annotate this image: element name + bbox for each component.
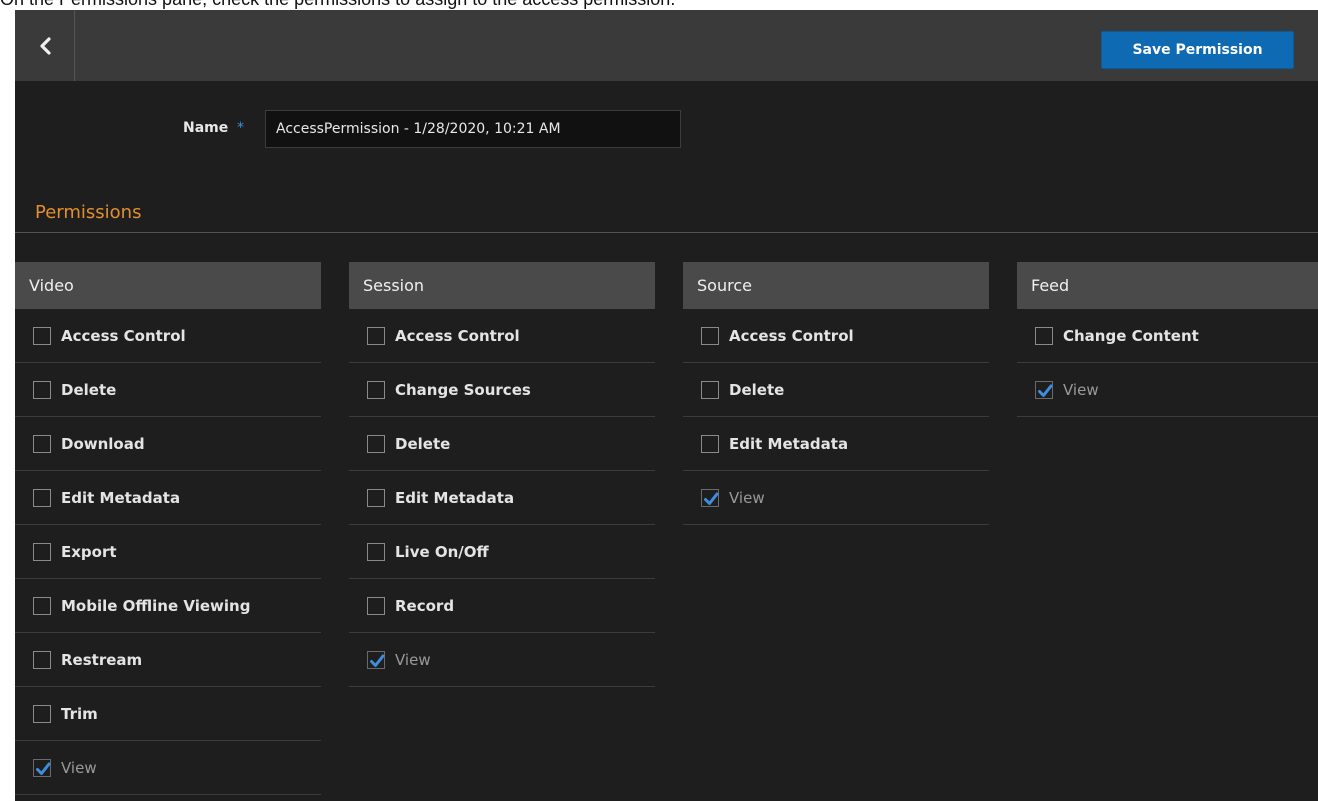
permission-label: Access Control [61,326,186,345]
page-caption: On the Permissions pane, check the permi… [0,0,1318,10]
permission-label: Live On/Off [395,542,489,561]
permission-row[interactable]: Delete [349,417,655,471]
permission-checkbox[interactable] [367,542,385,561]
permission-column-feed: Feed Change Content View [1017,262,1318,417]
permission-row[interactable]: Restream [15,633,321,687]
permission-row[interactable]: Mobile Offline Viewing [15,579,321,633]
permission-row[interactable]: Edit Metadata [15,471,321,525]
permission-row[interactable]: Edit Metadata [683,417,989,471]
permission-label: View [729,488,765,507]
permission-checkbox[interactable] [701,380,719,399]
permission-checkbox[interactable] [701,434,719,453]
permission-label: Edit Metadata [61,488,181,507]
permission-label: Delete [729,380,785,399]
permission-row[interactable]: Trim [15,687,321,741]
permission-checkbox[interactable] [33,650,51,669]
permission-checkbox[interactable] [367,650,385,669]
permission-label: View [1063,380,1099,399]
permission-checkbox[interactable] [1035,326,1053,345]
checkmark-icon [704,492,719,505]
save-permission-button[interactable]: Save Permission [1101,31,1294,69]
permission-checkbox[interactable] [33,488,51,507]
checkmark-icon [1038,384,1053,397]
permission-row[interactable]: Delete [683,363,989,417]
column-header: Source [683,262,989,309]
permission-row[interactable]: Export [15,525,321,579]
column-header: Feed [1017,262,1318,309]
permission-label: Delete [61,380,117,399]
permission-row[interactable]: Access Control [683,309,989,363]
permission-column-session: Session Access Control Change Sources Delet… [349,262,655,687]
permissions-title: Permissions [35,202,142,223]
permission-checkbox[interactable] [701,326,719,345]
permission-row[interactable]: Access Control [349,309,655,363]
permission-label: Change Sources [395,380,531,399]
permission-label: Delete [395,434,451,453]
permission-row[interactable]: View [349,633,655,687]
permission-row[interactable]: Download [15,417,321,471]
column-header: Video [15,262,321,309]
name-row: Name * [15,110,715,148]
permission-row[interactable]: Access Control [15,309,321,363]
permission-checkbox[interactable] [367,434,385,453]
permission-checkbox[interactable] [367,488,385,507]
permission-checkbox[interactable] [33,380,51,399]
permission-row[interactable]: Edit Metadata [349,471,655,525]
permission-checkbox[interactable] [33,758,51,777]
permission-checkbox[interactable] [33,542,51,561]
column-header: Session [349,262,655,309]
permission-checkbox[interactable] [33,326,51,345]
permission-row[interactable]: Record [349,579,655,633]
permission-checkbox[interactable] [367,596,385,615]
permission-checkbox[interactable] [33,596,51,615]
permission-column-video: Video Access Control Delete Download Edit Me… [15,262,321,795]
permission-label: View [395,650,431,669]
permission-label: Edit Metadata [729,434,849,453]
permission-row[interactable]: Change Content [1017,309,1318,363]
permission-row[interactable]: View [15,741,321,795]
permission-checkbox[interactable] [367,326,385,345]
checkmark-icon [370,654,385,667]
permission-checkbox[interactable] [367,380,385,399]
permission-label: Change Content [1063,326,1199,345]
permission-row[interactable]: Change Sources [349,363,655,417]
permission-label: Export [61,542,117,561]
permission-label: Record [395,596,455,615]
permission-label: Edit Metadata [395,488,515,507]
checkmark-icon [36,762,51,775]
section-divider [15,232,1318,233]
name-label: Name [183,120,229,136]
permission-label: Access Control [395,326,520,345]
permission-checkbox[interactable] [33,704,51,723]
permission-checkbox[interactable] [1035,380,1053,399]
permission-label: Download [61,434,145,453]
permission-label: Restream [61,650,143,669]
name-input[interactable] [265,110,681,148]
permission-editor: Save Permission Name * Permissions Video… [15,10,1318,801]
permission-label: Access Control [729,326,854,345]
permission-row[interactable]: Delete [15,363,321,417]
permission-label: Mobile Offline Viewing [61,596,251,615]
permission-row[interactable]: View [683,471,989,525]
permission-checkbox[interactable] [33,434,51,453]
permission-label: Trim [61,704,98,723]
back-button[interactable] [15,10,75,81]
permission-label: View [61,758,97,777]
permission-column-source: Source Access Control Delete Edit Metadata V… [683,262,989,525]
permission-row[interactable]: Live On/Off [349,525,655,579]
permission-checkbox[interactable] [701,488,719,507]
chevron-left-icon [39,36,51,55]
toolbar: Save Permission [15,10,1318,81]
required-mark: * [237,120,244,136]
permission-row[interactable]: View [1017,363,1318,417]
